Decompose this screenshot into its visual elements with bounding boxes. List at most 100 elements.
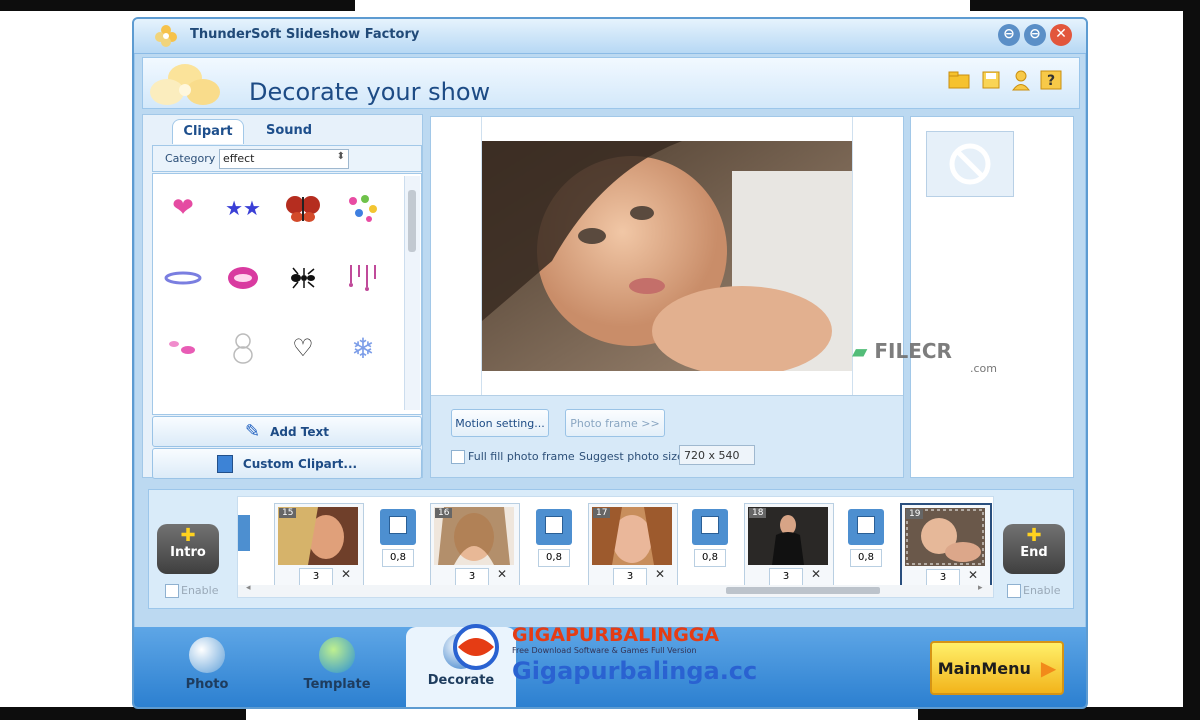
end-button[interactable]: ✚ End [1003,524,1065,574]
scroll-right-icon[interactable]: ▸ [978,583,983,593]
full-fill-checkbox[interactable] [451,450,465,464]
slide-thumb[interactable]: 16 3 ✕ [430,503,520,587]
transition-item[interactable]: 0,8 [846,509,886,575]
app-window: ThunderSoft Slideshow Factory ⊖ ⊖ ✕ Deco… [132,17,1088,709]
watermark-subtitle: Free Download Software & Games Full Vers… [512,646,697,655]
intro-enable-checkbox[interactable] [165,584,179,598]
suggest-size-field[interactable]: 720 x 540 [679,445,755,465]
page-title: Decorate your show [249,78,491,106]
clipart-hearts-outline[interactable]: ♡ [283,328,323,368]
category-label: Category [165,152,216,165]
slide-number: 19 [906,509,924,519]
transition-duration[interactable]: 0,8 [382,549,414,567]
clipart-petals[interactable] [163,328,203,368]
minimize-button[interactable]: ⊖ [998,24,1020,46]
suggest-size-value: 720 x 540 [684,449,740,462]
scroll-left-icon[interactable]: ◂ [246,583,251,593]
properties-panel [910,116,1074,478]
delete-slide-icon[interactable]: ✕ [497,567,507,581]
intro-plus-icon: ✚ [180,525,196,546]
category-row: Category effect ⬍ [152,145,422,172]
clipart-snowflake[interactable]: ❄ [343,328,383,368]
close-button[interactable]: ✕ [1050,24,1072,46]
slide-thumb[interactable]: 17 3 ✕ [588,503,678,587]
clipart-lips[interactable] [223,258,263,298]
slide-thumb[interactable]: 15 3 ✕ [274,503,364,587]
preview-panel: Motion setting... Photo frame >> Full fi… [430,116,904,478]
slide-duration[interactable]: 3 [455,568,489,586]
delete-slide-icon[interactable]: ✕ [811,567,821,581]
preview-stage [481,117,853,395]
window-title: ThunderSoft Slideshow Factory [190,27,420,42]
slide-duration[interactable]: 3 [299,568,333,586]
slide-strip: 15 3 ✕ 0,8 16 3 ✕ 0,8 17 3 ✕ 0,8 18 3 ✕ … [237,496,994,598]
nav-template[interactable]: Template [292,631,382,703]
transition-duration[interactable]: 0,8 [538,549,570,567]
tab-sound[interactable]: Sound [266,119,312,143]
watermark-logo-icon [453,624,499,670]
tab-clipart[interactable]: Clipart [172,119,244,144]
category-value: effect [223,152,255,165]
end-label: End [1020,545,1048,560]
main-menu-label: MainMenu [937,658,1031,678]
delete-slide-icon[interactable]: ✕ [968,568,978,582]
intro-button[interactable]: ✚ Intro [157,524,219,574]
intro-label: Intro [170,545,206,560]
slide-thumb[interactable]: 18 3 ✕ [744,503,834,587]
border-top-left [0,0,355,11]
motion-setting-button[interactable]: Motion setting... [451,409,549,437]
user-icon[interactable] [1009,68,1033,92]
no-selection-box [926,131,1014,197]
maximize-button[interactable]: ⊖ [1024,24,1046,46]
clipart-outline-eight[interactable] [223,328,263,368]
page-header: Decorate your show ? [142,57,1080,109]
transition-item[interactable]: 0,8 [378,509,418,575]
suggest-size-label: Suggest photo size: [579,450,688,463]
transition-icon [848,509,884,545]
slide-number: 18 [749,508,767,518]
folder-icon[interactable] [947,68,971,92]
clipart-flowers[interactable] [343,188,383,228]
delete-slide-icon[interactable]: ✕ [655,567,665,581]
filecr-watermark: ▰ FILECR [852,339,952,363]
add-text-button[interactable]: ✎ Add Text [152,416,422,447]
timeline-scroll-thumb[interactable] [726,587,880,594]
category-select[interactable]: effect ⬍ [219,149,349,169]
custom-clipart-button[interactable]: Custom Clipart... [152,448,422,479]
end-enable-label: Enable [1023,584,1061,597]
save-icon[interactable] [979,68,1003,92]
select-arrow-icon: ⬍ [336,151,345,162]
clipart-heart[interactable]: ❤ [163,188,203,228]
transition-item[interactable]: 0,8 [534,509,574,575]
end-enable-checkbox[interactable] [1007,584,1021,598]
clipart-butterfly[interactable] [283,188,323,228]
timeline-scrollbar[interactable]: ◂ ▸ [238,583,993,597]
help-icon[interactable]: ? [1039,68,1063,92]
photo-frame-button[interactable]: Photo frame >> [565,409,665,437]
no-selection-icon [949,143,991,185]
transition-icon [380,509,416,545]
transition-duration[interactable]: 0,8 [694,549,726,567]
clipart-stars[interactable]: ★★ [223,188,263,228]
scroll-thumb[interactable] [408,190,416,252]
custom-clipart-label: Custom Clipart... [242,456,358,471]
nav-template-label: Template [303,677,371,692]
delete-slide-icon[interactable]: ✕ [341,567,351,581]
transition-item[interactable]: 0,8 [690,509,730,575]
full-fill-label: Full fill photo frame [468,450,575,463]
transition-icon [692,509,728,545]
main-menu-button[interactable]: MainMenu ▶ [930,641,1064,695]
clipart-ant[interactable] [283,258,323,298]
clipart-icon [216,454,233,473]
clipart-scrollbar[interactable] [404,176,420,410]
watermark-site: Gigapurbalinga.cc [512,657,758,685]
border-right [1183,0,1200,720]
clipart-drips[interactable] [343,258,383,298]
slide-thumb-selected[interactable]: 19 3 ✕ [900,503,992,589]
clipart-ring[interactable] [163,258,203,298]
transition-duration[interactable]: 0,8 [850,549,882,567]
template-icon [319,637,355,673]
nav-photo[interactable]: Photo [162,631,252,703]
slide-duration[interactable]: 3 [769,568,803,586]
slide-duration[interactable]: 3 [613,568,647,586]
